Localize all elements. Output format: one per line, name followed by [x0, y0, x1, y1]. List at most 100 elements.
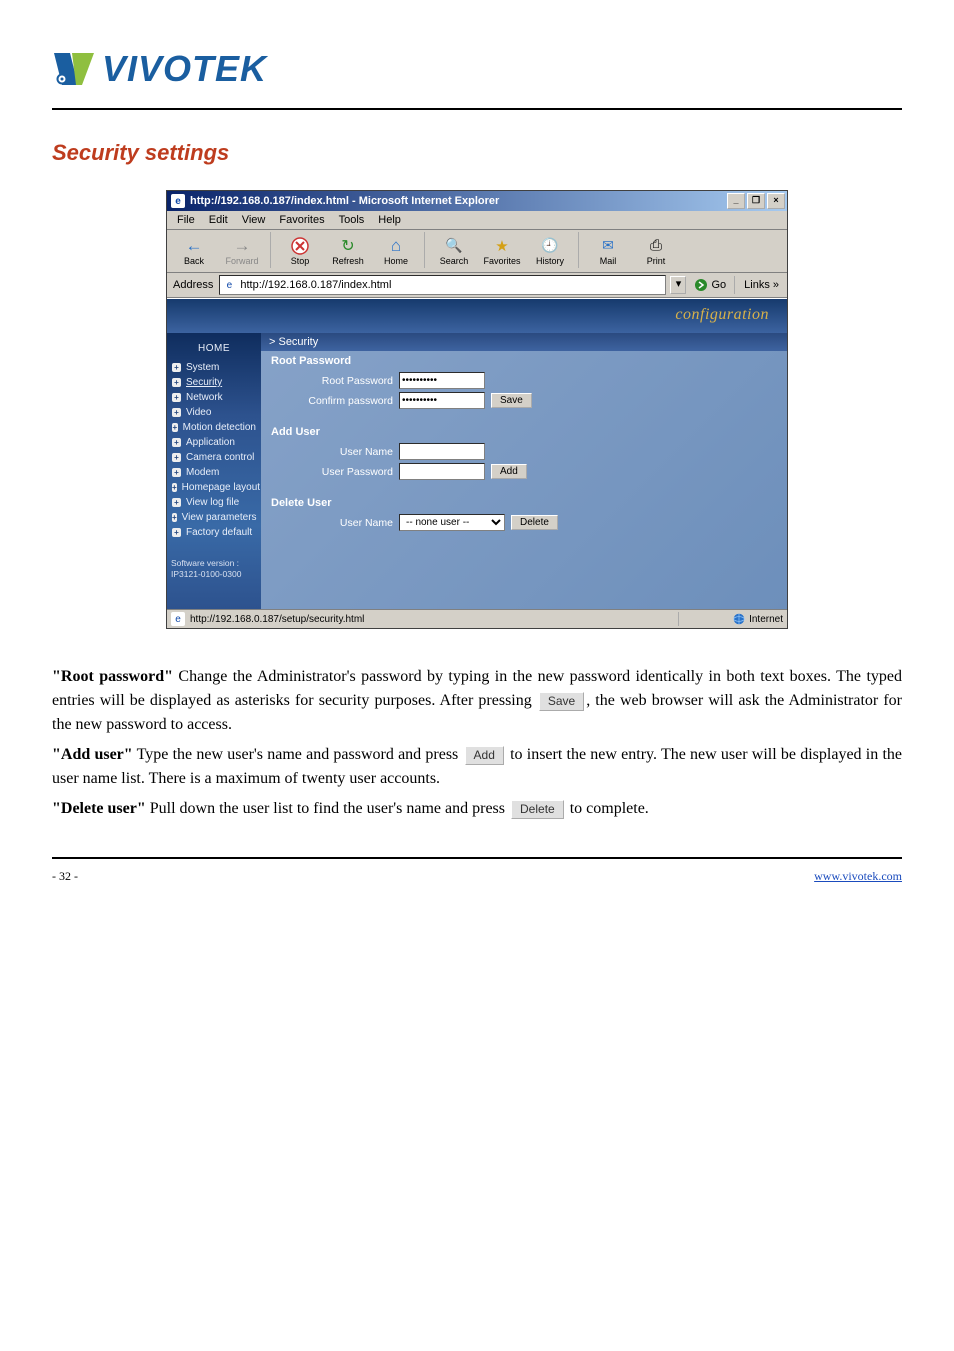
software-version: Software version : IP3121-0100-0300: [167, 558, 261, 580]
menu-file[interactable]: File: [171, 213, 201, 227]
window-minimize-button[interactable]: _: [727, 193, 745, 209]
favorites-icon: ★: [491, 236, 513, 256]
browser-viewport: configuration HOME +System +Security +Ne…: [167, 298, 787, 609]
sidebar-home-link[interactable]: HOME: [167, 339, 261, 360]
sidebar-item-system[interactable]: +System: [167, 360, 261, 375]
confirm-password-label: Confirm password: [275, 395, 393, 407]
root-password-input[interactable]: [399, 372, 485, 389]
configuration-banner: configuration: [167, 299, 787, 333]
toolbar-refresh-button[interactable]: ↻ Refresh: [325, 234, 371, 267]
window-titlebar: e http://192.168.0.187/index.html - Micr…: [167, 191, 787, 211]
toolbar-history-button[interactable]: 🕘 History: [527, 234, 573, 267]
logo-text: VIVOTEK: [102, 48, 267, 90]
sidebar-item-factory-default[interactable]: +Factory default: [167, 525, 261, 540]
delete-button[interactable]: Delete: [511, 515, 558, 530]
menu-view[interactable]: View: [236, 213, 272, 227]
expand-icon: +: [172, 423, 178, 432]
root-password-label: Root Password: [275, 375, 393, 387]
toolbar-separator: [424, 232, 426, 268]
expand-icon: +: [172, 513, 177, 522]
window-close-button[interactable]: ×: [767, 193, 785, 209]
toolbar-stop-button[interactable]: Stop: [277, 234, 323, 267]
address-bar: Address e http://192.168.0.187/index.htm…: [167, 273, 787, 298]
add-user-password-input[interactable]: [399, 463, 485, 480]
stop-icon: [289, 236, 311, 256]
sidebar-item-homepage-layout[interactable]: +Homepage layout: [167, 480, 261, 495]
menu-favorites[interactable]: Favorites: [273, 213, 330, 227]
refresh-icon: ↻: [337, 236, 359, 256]
window-maximize-button[interactable]: ❐: [747, 193, 765, 209]
add-user-name-input[interactable]: [399, 443, 485, 460]
status-zone: Internet: [749, 614, 783, 625]
sidebar-item-camera-control[interactable]: +Camera control: [167, 450, 261, 465]
toolbar-home-button[interactable]: ⌂ Home: [373, 234, 419, 267]
panel-title: > Security: [261, 333, 787, 351]
toolbar-separator: [270, 232, 272, 268]
section-heading: Security settings: [52, 140, 902, 166]
delete-user-section-label: Delete User: [261, 493, 787, 509]
back-arrow-icon: ←: [183, 236, 205, 256]
toolbar: ← Back → Forward Stop ↻ Refresh ⌂ Home: [167, 230, 787, 273]
address-label: Address: [171, 279, 215, 291]
sidebar-item-application[interactable]: +Application: [167, 435, 261, 450]
print-icon: ⎙: [645, 236, 667, 256]
footer-link[interactable]: www.vivotek.com: [814, 869, 902, 883]
root-password-paragraph: "Root password" Change the Administrator…: [52, 665, 902, 737]
brand-logo: VIVOTEK: [52, 48, 902, 90]
toolbar-favorites-button[interactable]: ★ Favorites: [479, 234, 525, 267]
mail-icon: ✉: [597, 236, 619, 256]
logo-mark-icon: [52, 49, 96, 89]
sidebar-item-security[interactable]: +Security: [167, 375, 261, 390]
expand-icon: +: [172, 528, 181, 537]
expand-icon: +: [172, 438, 181, 447]
menu-tools[interactable]: Tools: [333, 213, 371, 227]
expand-icon: +: [172, 393, 181, 402]
expand-icon: +: [172, 453, 181, 462]
status-bar: e http://192.168.0.187/setup/security.ht…: [167, 609, 787, 628]
delete-user-name-label: User Name: [275, 517, 393, 529]
inline-save-button: Save: [539, 692, 584, 711]
expand-icon: +: [172, 468, 181, 477]
go-icon: [694, 278, 708, 292]
user-name-label: User Name: [275, 446, 393, 458]
status-text: http://192.168.0.187/setup/security.html: [190, 614, 364, 625]
address-input[interactable]: e http://192.168.0.187/index.html: [219, 275, 666, 295]
go-button[interactable]: Go: [690, 278, 730, 292]
root-password-section-label: Root Password: [261, 351, 787, 367]
sidebar-item-modem[interactable]: +Modem: [167, 465, 261, 480]
status-page-icon: e: [171, 612, 185, 626]
delete-user-select[interactable]: -- none user --: [399, 514, 505, 531]
sidebar-item-network[interactable]: +Network: [167, 390, 261, 405]
address-value: http://192.168.0.187/index.html: [240, 279, 391, 291]
add-button[interactable]: Add: [491, 464, 527, 479]
save-button[interactable]: Save: [491, 393, 532, 408]
page-icon: e: [222, 278, 236, 292]
toolbar-separator: [578, 232, 580, 268]
header-rule: [52, 108, 902, 110]
delete-user-paragraph: "Delete user" Pull down the user list to…: [52, 797, 902, 821]
page-footer: - 32 - www.vivotek.com: [52, 869, 902, 884]
expand-icon: +: [172, 363, 181, 372]
expand-icon: +: [172, 378, 181, 387]
inline-delete-button: Delete: [511, 800, 564, 819]
page-number: - 32 -: [52, 869, 78, 884]
toolbar-print-button[interactable]: ⎙ Print: [633, 234, 679, 267]
toolbar-back-button[interactable]: ← Back: [171, 234, 217, 267]
globe-icon: [733, 613, 745, 625]
menu-edit[interactable]: Edit: [203, 213, 234, 227]
confirm-password-input[interactable]: [399, 392, 485, 409]
toolbar-forward-button[interactable]: → Forward: [219, 234, 265, 267]
address-dropdown-button[interactable]: ▾: [670, 276, 686, 294]
menubar: File Edit View Favorites Tools Help: [167, 211, 787, 230]
sidebar-item-view-log-file[interactable]: +View log file: [167, 495, 261, 510]
links-menu[interactable]: Links »: [740, 279, 783, 291]
menu-help[interactable]: Help: [372, 213, 407, 227]
sidebar-item-view-parameters[interactable]: +View parameters: [167, 510, 261, 525]
toolbar-mail-button[interactable]: ✉ Mail: [585, 234, 631, 267]
toolbar-search-button[interactable]: 🔍 Search: [431, 234, 477, 267]
add-user-paragraph: "Add user" Type the new user's name and …: [52, 743, 902, 791]
sidebar-item-video[interactable]: +Video: [167, 405, 261, 420]
forward-arrow-icon: →: [231, 236, 253, 256]
window-title: http://192.168.0.187/index.html - Micros…: [190, 195, 499, 207]
sidebar-item-motion-detection[interactable]: +Motion detection: [167, 420, 261, 435]
